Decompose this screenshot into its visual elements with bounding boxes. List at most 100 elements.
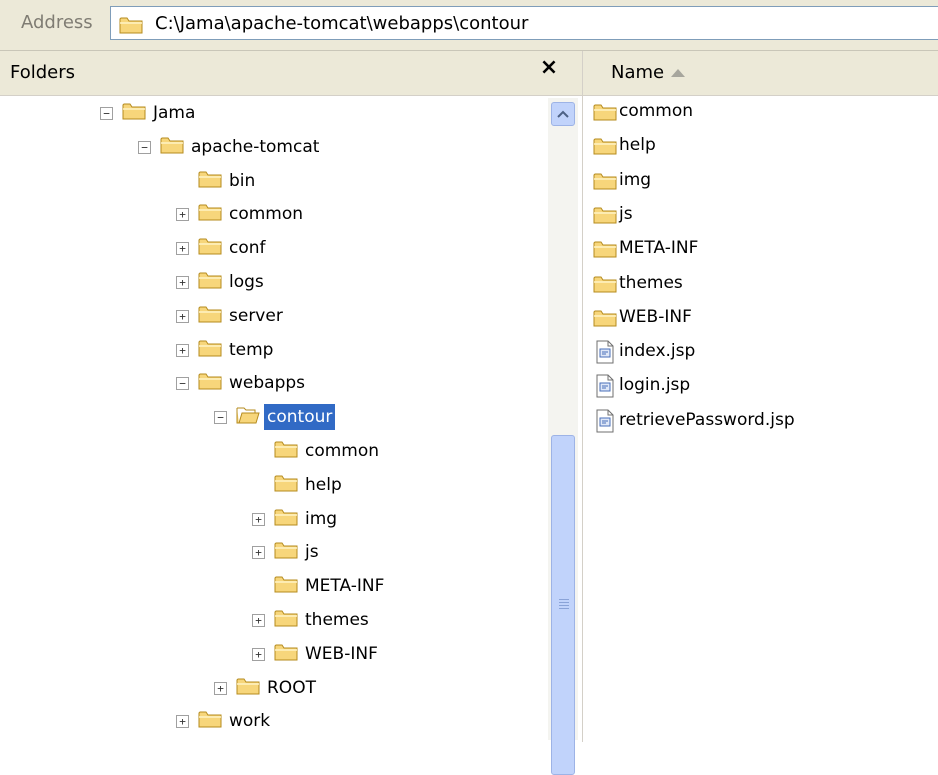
column-header-name[interactable]: Name [611, 62, 664, 83]
folder-icon [274, 439, 298, 459]
list-item-label: help [619, 135, 656, 156]
scroll-thumb[interactable] [551, 435, 575, 775]
tree-item[interactable]: + work [0, 708, 545, 736]
folders-pane: Folders × − Jama − apache-tomcat bin + common +… [0, 51, 583, 775]
list-item-label: META-INF [619, 238, 699, 259]
expand-icon[interactable]: + [176, 208, 189, 222]
list-item-label: login.jsp [619, 375, 691, 396]
tree-item[interactable]: help [0, 472, 545, 500]
collapse-icon[interactable]: − [100, 107, 113, 120]
tree-item-label: server [229, 305, 283, 326]
tree-item-label: common [305, 441, 380, 461]
vertical-scrollbar[interactable] [548, 98, 578, 775]
expand-icon[interactable]: + [252, 647, 265, 661]
tree-item-label: common [229, 204, 304, 225]
folder-icon [593, 274, 617, 294]
list-item-label: img [619, 169, 652, 190]
tree-item-label: conf [229, 238, 266, 259]
collapse-icon[interactable]: − [138, 140, 151, 154]
tree-item[interactable]: − webapps [0, 370, 545, 398]
jsp-file-icon [595, 340, 615, 369]
tree-item[interactable]: + img [0, 506, 545, 534]
folder-icon [274, 473, 298, 493]
folder-icon [198, 371, 222, 391]
folder-icon [198, 709, 222, 729]
folder-icon [593, 308, 617, 328]
list-item-label: retrievePassword.jsp [619, 409, 795, 430]
folder-icon [274, 507, 298, 527]
folder-icon [274, 608, 298, 628]
tree-item[interactable]: − Jama [0, 100, 545, 128]
tree-item-label: ROOT [267, 677, 316, 698]
tree-item-label: temp [229, 339, 274, 360]
tree-item-label: logs [229, 272, 264, 292]
expand-icon[interactable]: + [252, 512, 265, 526]
tree-item[interactable]: + logs [0, 269, 545, 297]
list-item-label: index.jsp [619, 341, 696, 362]
list-item-label: common [619, 101, 694, 121]
address-path: C:\Jama\apache-tomcat\webapps\contour [155, 13, 529, 34]
collapse-icon[interactable]: − [176, 377, 189, 391]
address-field[interactable]: C:\Jama\apache-tomcat\webapps\contour [110, 6, 938, 40]
tree-item[interactable]: + temp [0, 337, 545, 365]
folder-icon [198, 202, 222, 222]
jsp-file-icon [595, 374, 615, 403]
tree-item[interactable]: − contour [0, 404, 545, 432]
address-bar: Address C:\Jama\apache-tomcat\webapps\co… [0, 0, 938, 51]
close-icon[interactable]: × [536, 55, 562, 81]
folders-header: Folders × [0, 51, 582, 96]
folder-icon [593, 239, 617, 259]
folder-icon [160, 135, 184, 155]
folder-icon [119, 15, 143, 35]
tree-item[interactable]: + conf [0, 235, 545, 263]
list-item-label: js [619, 203, 633, 224]
expand-icon[interactable]: + [176, 343, 189, 357]
folder-icon [274, 642, 298, 662]
tree-item[interactable]: + themes [0, 607, 545, 635]
tree-item-label: WEB-INF [305, 643, 378, 664]
sort-ascending-icon [671, 69, 685, 77]
tree-item-label: js [305, 542, 319, 563]
tree-item[interactable]: + ROOT [0, 675, 545, 703]
folder-icon [236, 676, 260, 696]
tree-item[interactable]: META-INF [0, 573, 545, 601]
tree-item-label: apache-tomcat [191, 136, 320, 157]
tree-item[interactable]: + server [0, 303, 545, 331]
tree-item-label: META-INF [305, 576, 385, 597]
tree-item[interactable]: + js [0, 539, 545, 567]
collapse-icon[interactable]: − [214, 411, 227, 425]
expand-icon[interactable]: + [252, 546, 265, 560]
tree-item-label: webapps [229, 373, 306, 394]
folder-icon [593, 205, 617, 225]
expand-icon[interactable]: + [176, 715, 189, 729]
tree-item[interactable]: − apache-tomcat [0, 134, 545, 162]
list-item-label: themes [619, 272, 683, 293]
expand-icon[interactable]: + [214, 681, 227, 695]
tree-item[interactable]: bin [0, 168, 545, 196]
scroll-up-button[interactable] [551, 102, 575, 126]
expand-icon[interactable]: + [176, 309, 189, 323]
tree-item[interactable]: + WEB-INF [0, 641, 545, 669]
tree-item-label: Jama [153, 103, 196, 123]
file-list-pane: Name common help img js META-INF themes WEB-IN… [583, 51, 938, 742]
tree-item[interactable]: common [0, 438, 545, 466]
folder-icon [198, 338, 222, 358]
tree-item-label: contour [264, 404, 336, 431]
tree-item-label: work [229, 711, 271, 732]
address-label: Address [21, 12, 93, 33]
folder-icon [198, 236, 222, 256]
jsp-file-icon [595, 409, 615, 438]
expand-icon[interactable]: + [176, 276, 189, 289]
folder-icon [274, 540, 298, 560]
folder-icon [122, 101, 146, 121]
tree-item-label: themes [305, 610, 369, 630]
tree-item-label: help [305, 474, 342, 495]
tree-item[interactable]: + common [0, 201, 545, 229]
folder-icon [198, 270, 222, 290]
expand-icon[interactable]: + [252, 614, 265, 627]
folder-icon [198, 304, 222, 324]
expand-icon[interactable]: + [176, 242, 189, 256]
chevron-up-icon [557, 110, 569, 118]
tree-item-label: img [305, 508, 338, 529]
list-item-label: WEB-INF [619, 306, 692, 327]
